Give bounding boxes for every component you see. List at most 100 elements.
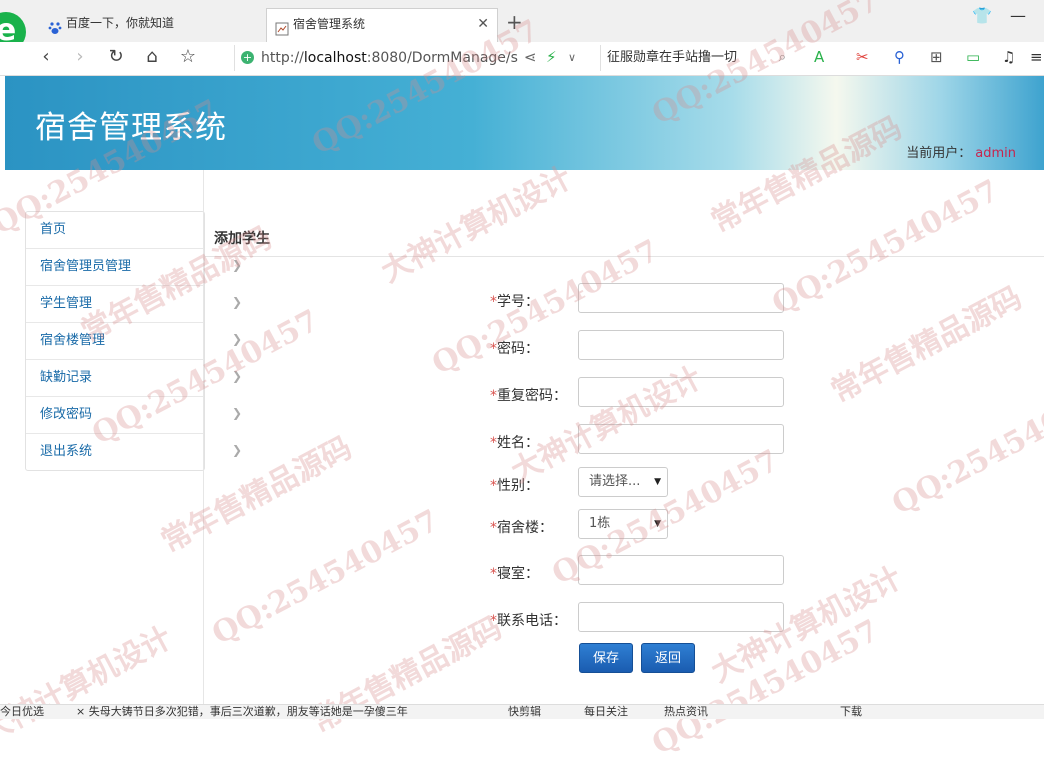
headphones-icon[interactable]: ♫	[1002, 48, 1015, 66]
watermark: 常年售精品源码	[305, 610, 508, 740]
form-row-password: *密码：	[480, 330, 800, 362]
required-mark: *	[490, 388, 497, 404]
app-title: 宿舍管理系统	[35, 110, 227, 146]
app-header: 宿舍管理系统 当前用户： admin	[5, 76, 1044, 170]
chevron-right-icon: ❯	[232, 258, 243, 272]
new-tab-icon[interactable]: +	[506, 10, 523, 34]
status-item[interactable]: 下载	[840, 705, 862, 719]
search-suggestion: 征服勋章在手站撸一切	[607, 50, 738, 65]
magnifier-icon[interactable]: ⚲	[894, 48, 905, 66]
field-label: 密码：	[497, 341, 539, 357]
field-label: 重复密码：	[497, 388, 567, 404]
translate-icon[interactable]: A	[814, 48, 824, 66]
close-icon[interactable]: ✕	[477, 9, 489, 39]
apps-grid-icon[interactable]: ⊞	[930, 48, 943, 66]
save-button[interactable]: 保存	[579, 643, 633, 673]
sidebar-item-students[interactable]: 学生管理	[26, 286, 204, 323]
form-row-confirm-password: *重复密码：	[480, 377, 800, 409]
share-icon[interactable]: ⋖	[524, 48, 537, 66]
search-icon[interactable]: ⌕	[779, 45, 786, 71]
confirm-password-input[interactable]	[578, 377, 784, 407]
sidebar-item-dorm-admin[interactable]: 宿舍管理员管理	[26, 249, 204, 286]
phone-input[interactable]	[578, 602, 784, 632]
status-news[interactable]: × 失母大铸节日多次犯错，事后三次道歉，朋友等话她是一孕傻三年	[76, 705, 408, 719]
search-input[interactable]: 征服勋章在手站撸一切 ⌕	[600, 45, 790, 71]
address-bar[interactable]: + http://localhost:8080/DormManage/s	[234, 45, 590, 71]
status-item[interactable]: 热点资讯	[664, 705, 708, 719]
watermark: 大神计算机设计	[375, 160, 578, 290]
status-item[interactable]: 快剪辑	[508, 705, 541, 719]
required-mark: *	[490, 341, 497, 357]
chevron-right-icon: ❯	[232, 443, 243, 457]
secure-icon: +	[241, 51, 254, 64]
browser-nav-bar: ‹ › ↻ ⌂ ☆ + http://localhost:8080/DormMa…	[0, 42, 1044, 76]
star-icon[interactable]: ☆	[176, 46, 200, 67]
name-input[interactable]	[578, 424, 784, 454]
watermark: 大神计算机设计	[0, 620, 178, 750]
scissors-icon[interactable]: ✂	[856, 48, 869, 66]
sidebar-item-logout[interactable]: 退出系统	[26, 434, 204, 470]
sidebar-item-password[interactable]: 修改密码	[26, 397, 204, 434]
watermark: QQ:254540457	[206, 503, 445, 652]
status-item[interactable]: 今日优选	[0, 705, 44, 719]
required-mark: *	[490, 566, 497, 582]
page-title: 添加学生	[214, 231, 270, 247]
building-select[interactable]: 1栋 ▼	[578, 509, 668, 539]
caret-down-icon: ▼	[654, 477, 661, 487]
menu-icon[interactable]: ≡	[1030, 48, 1043, 66]
forward-icon[interactable]: ›	[68, 46, 92, 67]
gender-select-value: 请选择...	[589, 474, 641, 489]
tab-title: 宿舍管理系统	[293, 17, 366, 31]
form-row-building: *宿舍楼： 1栋 ▼	[480, 509, 800, 541]
caret-down-icon: ▼	[654, 519, 661, 529]
field-label: 姓名：	[497, 435, 539, 451]
home-icon[interactable]: ⌂	[140, 46, 164, 67]
refresh-icon[interactable]: ↻	[104, 46, 128, 67]
chevron-right-icon: ❯	[232, 406, 243, 420]
page-icon	[275, 17, 289, 36]
field-label: 联系电话：	[497, 613, 567, 629]
watermark: QQ:254540457	[646, 613, 885, 762]
battery-icon[interactable]: ▭	[966, 48, 980, 66]
required-mark: *	[490, 478, 497, 494]
chevron-right-icon: ❯	[232, 332, 243, 346]
student-id-input[interactable]	[578, 283, 784, 313]
tab-dorm-system[interactable]: 宿舍管理系统 ✕	[266, 8, 498, 42]
form-row-room: *寝室：	[480, 555, 800, 587]
sidebar-divider	[203, 170, 204, 718]
field-label: 寝室：	[497, 566, 539, 582]
watermark: QQ:254540457	[766, 173, 1005, 322]
field-label: 性别：	[497, 478, 539, 494]
field-label: 学号：	[497, 294, 539, 310]
back-icon[interactable]: ‹	[34, 46, 58, 67]
room-input[interactable]	[578, 555, 784, 585]
required-mark: *	[490, 435, 497, 451]
tab-baidu[interactable]: 百度一下，你就知道	[40, 8, 260, 42]
gender-select[interactable]: 请选择... ▼	[578, 467, 668, 497]
watermark: QQ:254540457	[886, 373, 1044, 522]
back-button[interactable]: 返回	[641, 643, 695, 673]
sidebar-item-buildings[interactable]: 宿舍楼管理	[26, 323, 204, 360]
browser-status-bar: 今日优选 × 失母大铸节日多次犯错，事后三次道歉，朋友等话她是一孕傻三年 快剪辑…	[0, 704, 1044, 719]
form-row-gender: *性别： 请选择... ▼	[480, 467, 800, 499]
required-mark: *	[490, 613, 497, 629]
current-user: 当前用户： admin	[906, 142, 1016, 161]
minimize-icon[interactable]: —	[1010, 6, 1026, 25]
url-rest: :8080/DormManage/s	[366, 50, 518, 66]
sidebar-item-home[interactable]: 首页	[26, 212, 204, 249]
field-label: 宿舍楼：	[497, 520, 553, 536]
browser-tab-bar: e 百度一下，你就知道 宿舍管理系统 ✕ + 👕 —	[0, 0, 1044, 52]
baidu-paw-icon	[48, 16, 62, 34]
shirt-icon[interactable]: 👕	[972, 6, 992, 25]
watermark: 常年售精品源码	[825, 280, 1028, 410]
chevron-right-icon: ❯	[232, 369, 243, 383]
sidebar-item-absence[interactable]: 缺勤记录	[26, 360, 204, 397]
lightning-icon[interactable]: ⚡	[546, 48, 557, 66]
title-divider	[204, 256, 1044, 257]
password-input[interactable]	[578, 330, 784, 360]
required-mark: *	[490, 520, 497, 536]
form-row-name: *姓名：	[480, 424, 800, 456]
status-item[interactable]: 每日关注	[584, 705, 628, 719]
chevron-down-icon[interactable]: ∨	[568, 51, 576, 64]
chevron-right-icon: ❯	[232, 295, 243, 309]
